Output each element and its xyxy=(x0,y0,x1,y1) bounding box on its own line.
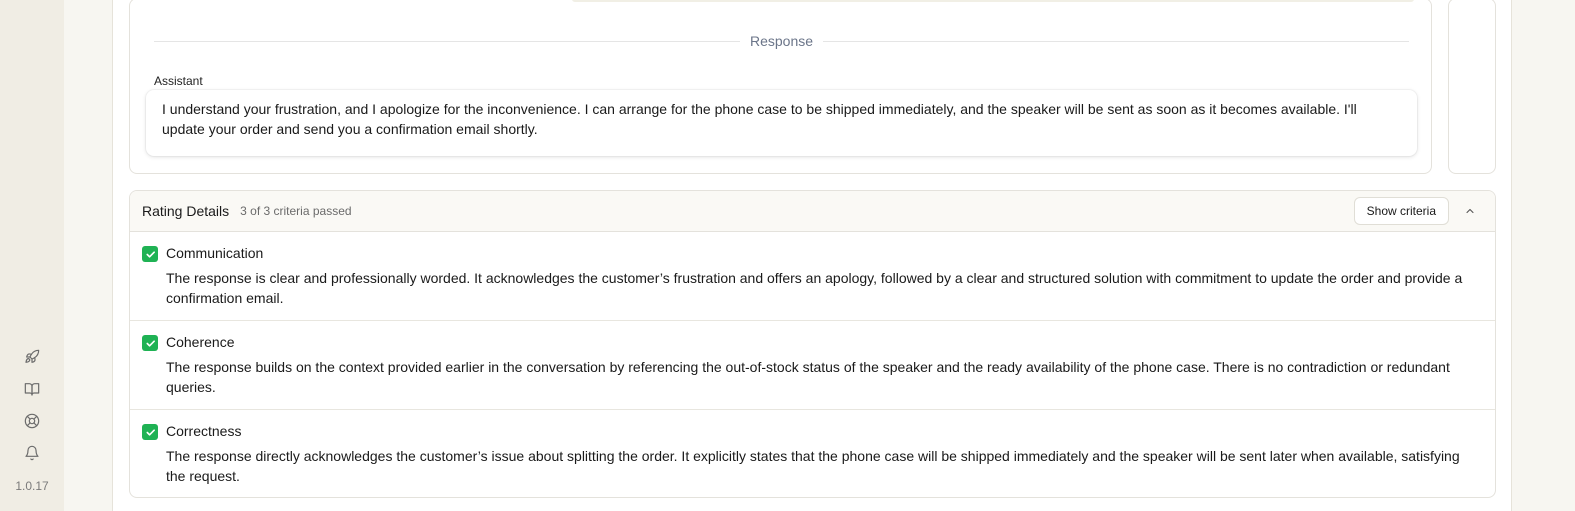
sidebar: 1.0.17 xyxy=(0,0,64,511)
bell-icon[interactable] xyxy=(22,443,42,463)
criterion-correctness: Correctness The response directly acknow… xyxy=(130,410,1495,497)
rating-details-card: Rating Details 3 of 3 criteria passed Sh… xyxy=(129,190,1496,498)
criteria-summary: 3 of 3 criteria passed xyxy=(240,204,352,218)
divider-line-left xyxy=(154,40,740,42)
criterion-description: The response directly acknowledges the c… xyxy=(166,448,1460,484)
show-criteria-button[interactable]: Show criteria xyxy=(1353,197,1449,225)
book-icon[interactable] xyxy=(22,379,42,399)
side-panel-card xyxy=(1448,0,1496,174)
rocket-icon[interactable] xyxy=(22,347,42,367)
criterion-name: Correctness xyxy=(166,423,242,439)
divider-line-right xyxy=(823,40,1410,42)
criterion-name: Coherence xyxy=(166,334,235,350)
rating-header: Rating Details 3 of 3 criteria passed Sh… xyxy=(130,191,1495,232)
criterion-coherence: Coherence The response builds on the con… xyxy=(130,321,1495,410)
help-icon[interactable] xyxy=(22,411,42,431)
rating-title: Rating Details xyxy=(142,203,230,219)
criterion-description: The response builds on the context provi… xyxy=(166,359,1450,395)
criterion-name: Communication xyxy=(166,245,264,261)
content-panel: Response Assistant I understand your fru… xyxy=(112,0,1512,511)
criterion-description: The response is clear and professionally… xyxy=(166,270,1463,306)
check-icon[interactable] xyxy=(142,335,158,351)
response-divider: Response xyxy=(154,31,1410,51)
speaker-label: Assistant xyxy=(154,74,203,88)
check-icon[interactable] xyxy=(142,246,158,262)
criterion-communication: Communication The response is clear and … xyxy=(130,232,1495,321)
version-label: 1.0.17 xyxy=(15,479,49,493)
conversation-card: Response Assistant I understand your fru… xyxy=(129,0,1432,174)
divider-label: Response xyxy=(749,33,814,49)
chevron-up-icon[interactable] xyxy=(1457,198,1483,224)
check-icon[interactable] xyxy=(142,424,158,440)
previous-message-strip xyxy=(572,0,1414,2)
assistant-response: I understand your frustration, and I apo… xyxy=(146,90,1417,156)
main-area: Response Assistant I understand your fru… xyxy=(64,0,1575,511)
